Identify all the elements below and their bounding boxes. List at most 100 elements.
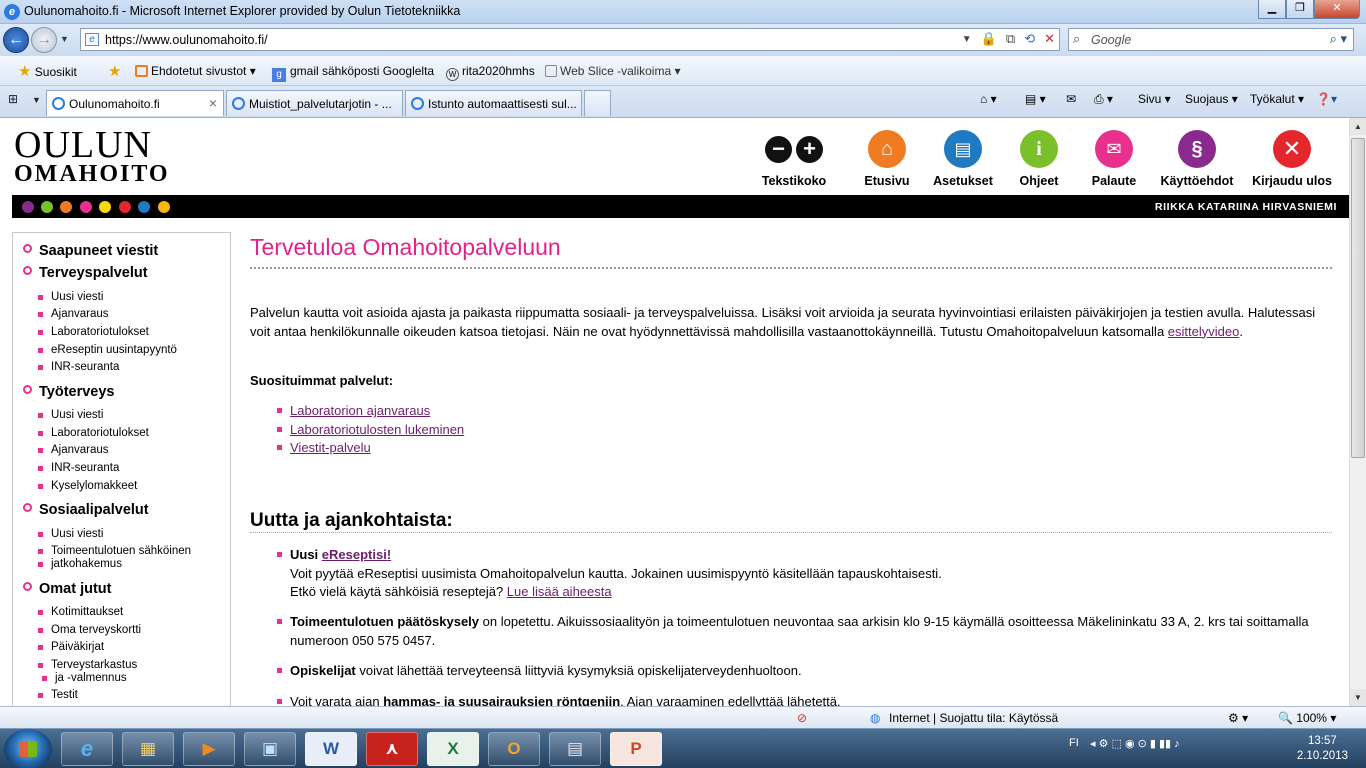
ereseptisi-link[interactable]: eReseptisi! (322, 547, 391, 562)
taskbar-outlook-icon[interactable]: O (488, 732, 540, 766)
quick-tabs-icon[interactable]: ⊞ (8, 92, 18, 106)
menu-item[interactable]: Uusi viesti (37, 291, 103, 304)
back-button[interactable]: ← (3, 27, 29, 53)
menu-omat-jutut[interactable]: Omat jutut (23, 581, 112, 597)
page-menu[interactable]: Sivu ▾ (1138, 92, 1171, 106)
home-icon[interactable]: ⌂ ▾ (980, 92, 997, 106)
safety-menu[interactable]: Suojaus ▾ (1185, 92, 1238, 106)
minimize-button[interactable]: ▁ (1258, 0, 1286, 19)
scroll-down-icon[interactable]: ▼ (1350, 689, 1366, 706)
menu-sosiaalipalvelut[interactable]: Sosiaalipalvelut (23, 502, 149, 518)
compatibility-view-icon[interactable]: ⧉ (1006, 31, 1015, 49)
menu-item[interactable]: Laboratoriotulokset (38, 326, 149, 339)
stop-icon[interactable]: ✕ (1044, 31, 1055, 49)
security-zone-text[interactable]: Internet | Suojattu tila: Käytössä (889, 711, 1058, 725)
nav-kayttoehdot[interactable]: § Käyttöehdot (1156, 130, 1238, 188)
protected-mode-icon[interactable]: ⚙ ▾ (1228, 711, 1248, 725)
tab-list-dropdown-icon[interactable]: ▼ (32, 95, 41, 105)
search-icon[interactable]: ⌕ ▾ (1330, 31, 1347, 47)
taskbar-excel-icon[interactable]: X (427, 732, 479, 766)
scroll-up-icon[interactable]: ▲ (1350, 118, 1366, 135)
info-icon: i (1020, 130, 1058, 168)
tray-icons[interactable]: ◂ ⚙ ⬚ ◉ ⊙ ▮ ▮▮ ♪ (1090, 737, 1180, 750)
address-field[interactable]: e https://www.oulunomahoito.fi/ ▼ 🔒 ⧉ ⟲ … (80, 28, 1060, 51)
favorites-item-gmail[interactable]: g gmail sähköposti Googlelta (272, 64, 434, 82)
page-scrollbar[interactable]: ▲ ▼ (1349, 118, 1366, 706)
menu-item[interactable]: Kotimittaukset (37, 606, 123, 619)
popular-link-lab-results[interactable]: Laboratoriotulosten lukeminen (276, 422, 464, 437)
zoom-level[interactable]: 🔍 100% ▾ (1278, 711, 1336, 725)
popular-link-messages[interactable]: Viestit-palvelu (277, 440, 371, 455)
search-provider-icon[interactable]: ⌕ (1073, 31, 1080, 47)
nav-asetukset[interactable]: ▤ Asetukset (930, 130, 996, 188)
taskbar-ie-icon[interactable]: e (61, 732, 113, 766)
menu-item-continuation[interactable]: ja -valmennus (42, 672, 127, 685)
menu-item[interactable]: INR-seuranta (37, 462, 119, 475)
read-more-link[interactable]: Lue lisää aiheesta (507, 584, 612, 599)
text-size-increase-icon[interactable]: + (796, 136, 823, 163)
url-text[interactable]: https://www.oulunomahoito.fi/ (105, 33, 268, 47)
tab-istunto[interactable]: Istunto automaattisesti sul... (405, 90, 582, 116)
menu-item[interactable]: Uusi viesti (37, 528, 103, 541)
favorites-item-suggested-sites[interactable]: Ehdotetut sivustot ▾ (135, 64, 256, 78)
feeds-icon[interactable]: ▤ ▾ (1025, 92, 1046, 106)
tab-oulunomahoito[interactable]: Oulunomahoito.fi × (46, 90, 224, 116)
menu-item[interactable]: Terveystarkastus (37, 659, 137, 672)
forward-button[interactable]: → (31, 27, 57, 53)
menu-item[interactable]: Kyselylomakkeet (37, 480, 137, 493)
privacy-report-icon[interactable]: ⊘ (797, 711, 807, 725)
nav-ohjeet[interactable]: i Ohjeet (1012, 130, 1066, 188)
taskbar-powerpoint-icon[interactable]: P (610, 732, 662, 766)
print-icon[interactable]: ⎙ ▾ (1094, 92, 1113, 107)
close-tab-icon[interactable]: × (209, 95, 217, 111)
menu-item-continuation[interactable]: jatkohakemus (38, 558, 122, 571)
menu-terveyspalvelut[interactable]: Terveyspalvelut (23, 265, 148, 281)
taskbar-remote-desktop-icon[interactable]: ▣ (244, 732, 296, 766)
nav-kirjaudu-ulos[interactable]: ✕ Kirjaudu ulos (1248, 130, 1336, 188)
favorites-button[interactable]: ★ Suosikit (18, 62, 77, 80)
lock-icon[interactable]: 🔒 (981, 31, 997, 49)
menu-item[interactable]: Laboratoriotulokset (38, 427, 149, 440)
text-size-decrease-icon[interactable]: − (765, 136, 792, 163)
favorites-item-web-slice[interactable]: Web Slice -valikoima ▾ (545, 64, 681, 78)
mail-icon[interactable]: ✉ (1066, 92, 1076, 106)
menu-item[interactable]: INR-seuranta (37, 361, 119, 374)
taskbar-media-player-icon[interactable]: ▶ (183, 732, 235, 766)
menu-item[interactable]: eReseptin uusintapyyntö (38, 344, 177, 357)
add-favorite-icon[interactable]: ★ (108, 62, 121, 80)
favorites-item-rita[interactable]: Writa2020hmhs (446, 64, 535, 81)
menu-item[interactable]: Ajanvaraus (38, 444, 109, 457)
address-dropdown-icon[interactable]: ▼ (962, 31, 972, 49)
maximize-button[interactable]: ❐ (1286, 0, 1314, 19)
tab-ie-icon (232, 97, 245, 110)
nav-etusivu[interactable]: ⌂ Etusivu (856, 130, 918, 188)
taskbar-control-panel-icon[interactable]: ▤ (549, 732, 601, 766)
search-field[interactable]: ⌕ Google ⌕ ▾ (1068, 28, 1354, 51)
popular-link-lab-booking[interactable]: Laboratorion ajanvaraus (276, 403, 430, 418)
new-tab-button[interactable] (584, 90, 611, 116)
taskbar-word-icon[interactable]: W (305, 732, 357, 766)
menu-saapuneet-viestit[interactable]: Saapuneet viestit (23, 243, 158, 259)
site-logo[interactable]: OULUN OMAHOITO (14, 126, 170, 186)
menu-item[interactable]: Uusi viesti (37, 409, 103, 422)
tools-menu[interactable]: Työkalut ▾ (1250, 92, 1304, 106)
menu-item[interactable]: Päiväkirjat (37, 641, 104, 654)
history-dropdown-icon[interactable]: ▼ (60, 34, 69, 44)
menu-tyoterveys[interactable]: Työterveys (23, 384, 115, 400)
intro-video-link[interactable]: esittelyvideo (1168, 324, 1240, 339)
nav-palaute[interactable]: ✉ Palaute (1084, 130, 1144, 188)
menu-item[interactable]: Testit (38, 689, 78, 702)
refresh-icon[interactable]: ⟲ (1024, 31, 1035, 49)
taskbar-acrobat-icon[interactable]: ⋏ (366, 732, 418, 766)
start-button[interactable] (4, 729, 52, 768)
scroll-thumb[interactable] (1351, 138, 1365, 458)
close-window-button[interactable]: ✕ (1314, 0, 1360, 19)
menu-item[interactable]: Toimeentulotuen sähköinen (37, 545, 191, 558)
menu-item[interactable]: Ajanvaraus (38, 308, 109, 321)
help-icon[interactable]: ❓▾ (1316, 92, 1337, 106)
menu-item[interactable]: Oma terveyskortti (37, 624, 141, 637)
tab-muistiot[interactable]: Muistiot_palvelutarjotin - ... (226, 90, 403, 116)
language-indicator[interactable]: FI (1069, 737, 1079, 749)
system-clock[interactable]: 13:57 2.10.2013 (1297, 734, 1348, 764)
taskbar-explorer-icon[interactable]: ▦ (122, 732, 174, 766)
